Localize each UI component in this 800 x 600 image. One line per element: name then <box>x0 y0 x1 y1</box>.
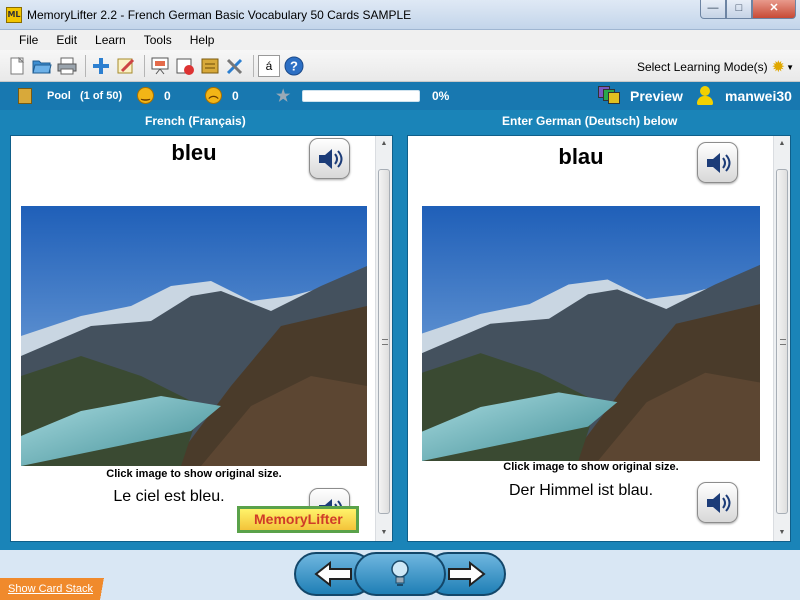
new-file-icon[interactable] <box>6 55 28 77</box>
card-box-status-icon <box>18 88 32 104</box>
answer-column-header: Enter German (Deutsch) below <box>502 114 678 128</box>
menu-help[interactable]: Help <box>181 33 224 47</box>
preview-button[interactable]: Preview <box>630 88 683 104</box>
question-card: bleu Click image to show original size. … <box>10 135 393 542</box>
menu-learn[interactable]: Learn <box>86 33 135 47</box>
lightbulb-icon <box>391 560 409 586</box>
menu-bar: File Edit Learn Tools Help <box>0 30 800 50</box>
user-icon <box>697 86 713 106</box>
pool-label: Pool <box>47 90 71 102</box>
answer-image-caption[interactable]: Click image to show original size. <box>408 461 774 473</box>
settings-tools-icon[interactable] <box>224 55 246 77</box>
question-example-sentence: Le ciel est bleu. <box>113 488 225 505</box>
question-audio-button[interactable] <box>309 138 350 179</box>
user-name[interactable]: manwei30 <box>725 88 792 104</box>
toolbar-separator <box>253 54 254 77</box>
chevron-down-icon: ▼ <box>786 62 794 72</box>
question-image-caption[interactable]: Click image to show original size. <box>11 468 377 480</box>
happy-smiley-icon: ‿ <box>137 87 154 104</box>
wrong-score: 0 <box>232 89 239 103</box>
scrollbar-thumb[interactable] <box>378 169 390 514</box>
progress-bar <box>302 90 420 102</box>
title-bar: ML MemoryLifter 2.2 - French German Basi… <box>0 0 800 30</box>
speaker-icon <box>707 153 731 173</box>
pool-count: (1 of 50) <box>80 90 123 102</box>
memorylifter-app-icon: ML <box>6 7 22 23</box>
scroll-up-arrow-icon[interactable]: ▲ <box>376 136 392 152</box>
correct-score: 0 <box>164 89 171 103</box>
speaker-icon <box>319 149 343 169</box>
card-box-icon[interactable] <box>199 55 221 77</box>
add-card-icon[interactable] <box>90 55 112 77</box>
answer-image[interactable] <box>422 206 760 461</box>
question-scrollbar[interactable]: ▲ ▼ <box>375 136 392 541</box>
scroll-up-arrow-icon[interactable]: ▲ <box>774 136 790 152</box>
menu-file[interactable]: File <box>10 33 47 47</box>
speaker-icon <box>707 493 731 513</box>
answer-sentence-audio-button[interactable] <box>697 482 738 523</box>
answer-card: blau Click image to show original size. … <box>407 135 791 542</box>
toolbar-separator <box>85 54 86 77</box>
arrow-left-icon <box>314 561 352 587</box>
statistics-icon[interactable] <box>174 55 196 77</box>
special-char-icon[interactable]: á <box>258 54 280 77</box>
sad-smiley-icon: ︵ <box>205 87 222 104</box>
menu-tools[interactable]: Tools <box>135 33 181 47</box>
preview-icon[interactable] <box>598 86 620 104</box>
open-folder-icon[interactable] <box>31 55 53 77</box>
memorylifter-logo: MemoryLifter <box>237 506 359 533</box>
question-column-header: French (Français) <box>145 114 246 128</box>
answer-audio-button[interactable] <box>697 142 738 183</box>
minimize-button[interactable]: — <box>700 0 726 19</box>
answer-scrollbar[interactable]: ▲ ▼ <box>773 136 790 541</box>
toolbar-separator <box>144 54 145 77</box>
slideshow-icon[interactable] <box>149 55 171 77</box>
question-image[interactable] <box>21 206 367 466</box>
print-icon[interactable] <box>56 55 78 77</box>
scroll-down-arrow-icon[interactable]: ▼ <box>774 525 790 541</box>
svg-text:?: ? <box>290 58 298 73</box>
close-button[interactable]: ✕ <box>752 0 796 19</box>
scrollbar-thumb[interactable] <box>776 169 788 514</box>
hint-button[interactable] <box>354 552 446 596</box>
arrow-right-icon <box>448 561 486 587</box>
toolbar: á ? Select Learning Mode(s) ✹ ▼ <box>0 50 800 82</box>
progress-percentage: 0% <box>432 89 450 103</box>
card-area: French (Français) Enter German (Deutsch)… <box>0 110 800 550</box>
star-icon: ★ <box>276 88 291 105</box>
learning-mode-label: Select Learning Mode(s) <box>636 60 768 74</box>
status-bar: Pool (1 of 50) ‿ 0 ︵ 0 ★ 0% Preview manw… <box>0 82 800 110</box>
window-controls: — □ ✕ <box>700 0 796 19</box>
scroll-down-arrow-icon[interactable]: ▼ <box>376 525 392 541</box>
window-title: MemoryLifter 2.2 - French German Basic V… <box>27 8 412 22</box>
gear-icon: ✹ <box>771 59 786 76</box>
help-icon[interactable]: ? <box>283 55 305 77</box>
learning-mode-selector[interactable]: Select Learning Mode(s) ✹ ▼ <box>637 57 794 77</box>
maximize-button[interactable]: □ <box>726 0 752 19</box>
show-card-stack-link[interactable]: Show Card Stack <box>0 578 126 600</box>
edit-card-icon[interactable] <box>115 55 137 77</box>
menu-edit[interactable]: Edit <box>47 33 86 47</box>
